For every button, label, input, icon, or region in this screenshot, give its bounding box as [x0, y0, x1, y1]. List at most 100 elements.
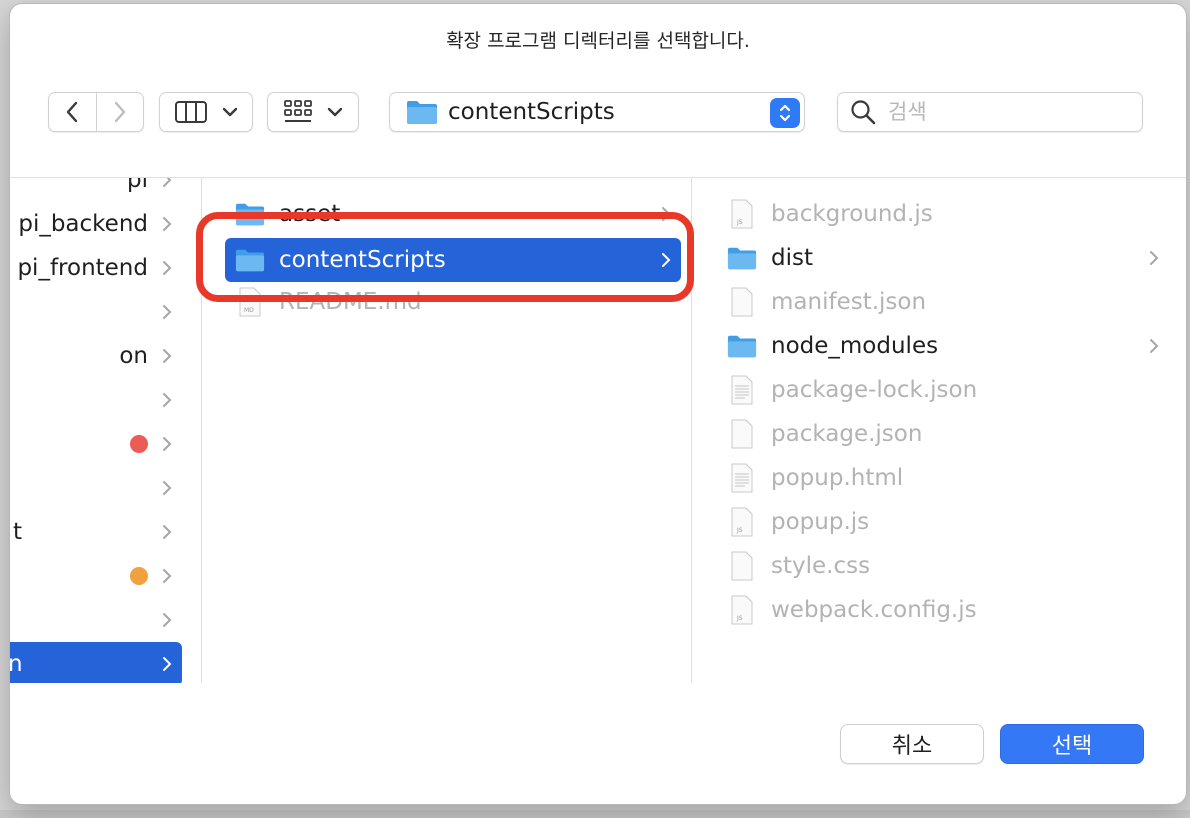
folder-item-contentscripts[interactable]: contentScripts	[225, 238, 681, 282]
list-item[interactable]	[10, 468, 182, 508]
file-item[interactable]: package-lock.json	[717, 370, 1169, 410]
markdown-file-icon: MD	[235, 287, 265, 317]
folder-item-asset[interactable]: asset	[225, 194, 681, 234]
list-item-selected[interactable]: n	[10, 642, 182, 683]
path-popup-button[interactable]: contentScripts	[389, 92, 805, 132]
list-item[interactable]	[10, 424, 182, 464]
search-input[interactable]	[888, 100, 1118, 124]
folder-icon	[235, 199, 265, 229]
list-item-label: on	[119, 343, 148, 369]
blank-file-icon	[727, 419, 757, 449]
back-button[interactable]	[49, 93, 96, 131]
js-file-icon: JS	[727, 507, 757, 537]
list-item[interactable]	[10, 556, 182, 596]
file-item-readme[interactable]: MD README.md	[225, 282, 681, 322]
item-name: package-lock.json	[771, 377, 978, 403]
text-file-icon	[727, 463, 757, 493]
chevron-right-icon	[162, 468, 172, 508]
item-name: asset	[279, 201, 341, 227]
orange-tag-dot	[130, 567, 148, 585]
list-item-label: pi_backend	[18, 211, 148, 237]
js-file-icon: JS	[727, 199, 757, 229]
list-item[interactable]: t	[10, 512, 182, 552]
chevron-right-icon	[162, 336, 172, 376]
chevron-right-icon	[162, 556, 172, 596]
list-item-label: pi	[127, 178, 148, 193]
list-item-label: n	[10, 651, 23, 677]
text-file-icon	[727, 375, 757, 405]
chevron-right-icon	[661, 238, 671, 282]
column-browser: pi pi_backend pi_frontend on t asset con…	[10, 178, 1186, 683]
folder-item[interactable]: dist	[717, 238, 1169, 278]
chevron-right-icon	[162, 424, 172, 464]
folder-item[interactable]: node_modules	[717, 326, 1169, 366]
toolbar: contentScripts	[10, 92, 1186, 136]
list-item[interactable]: pi_frontend	[10, 248, 182, 288]
chevron-right-icon	[162, 204, 172, 244]
chevron-down-icon	[327, 107, 343, 117]
item-name: manifest.json	[771, 289, 927, 315]
chevron-right-icon	[1149, 238, 1159, 278]
item-name: webpack.config.js	[771, 597, 977, 623]
search-field[interactable]	[837, 92, 1143, 132]
cancel-button[interactable]: 취소	[840, 724, 984, 764]
extension-folder-column: asset contentScripts MD README.md	[203, 178, 692, 683]
columns-icon	[175, 101, 207, 123]
red-tag-dot	[130, 435, 148, 453]
js-file-icon: JS	[727, 595, 757, 625]
chevron-right-icon	[162, 248, 172, 288]
forward-button[interactable]	[95, 93, 143, 131]
chevron-right-icon	[162, 178, 172, 200]
chevron-right-icon	[114, 101, 126, 123]
nav-buttons	[48, 92, 144, 132]
current-folder-label: contentScripts	[448, 99, 615, 125]
select-button[interactable]: 선택	[1000, 724, 1144, 764]
item-name: README.md	[279, 289, 422, 315]
svg-text:JS: JS	[736, 527, 743, 534]
dialog-title: 확장 프로그램 디렉터리를 선택합니다.	[446, 30, 750, 52]
chevron-down-icon	[222, 107, 238, 117]
list-item[interactable]: on	[10, 336, 182, 376]
list-item[interactable]	[10, 600, 182, 640]
chevron-right-icon	[162, 512, 172, 552]
file-item[interactable]: JS popup.js	[717, 502, 1169, 542]
list-item[interactable]: pi_backend	[10, 204, 182, 244]
chevron-right-icon	[162, 642, 172, 683]
view-mode-button[interactable]	[159, 92, 253, 132]
item-name: contentScripts	[279, 247, 446, 273]
item-name: background.js	[771, 201, 933, 227]
chevron-right-icon	[162, 292, 172, 332]
blank-file-icon	[727, 287, 757, 317]
parent-column: pi pi_backend pi_frontend on t	[10, 178, 202, 683]
list-item-label: pi_frontend	[17, 255, 148, 281]
list-item-label: t	[12, 519, 22, 545]
list-item[interactable]	[10, 380, 182, 420]
item-name: popup.js	[771, 509, 870, 535]
svg-text:JS: JS	[736, 615, 743, 622]
file-item[interactable]: style.css	[717, 546, 1169, 586]
file-item[interactable]: JS background.js	[717, 194, 1169, 234]
list-item[interactable]: pi	[10, 178, 182, 200]
file-item[interactable]: manifest.json	[717, 282, 1169, 322]
contents-column: JS background.js dist manifest.json node…	[693, 178, 1186, 683]
svg-text:JS: JS	[736, 219, 743, 226]
file-item[interactable]: JS webpack.config.js	[717, 590, 1169, 630]
folder-icon	[727, 331, 757, 361]
group-by-button[interactable]	[267, 92, 359, 132]
file-item[interactable]: popup.html	[717, 458, 1169, 498]
folder-icon	[727, 243, 757, 273]
svg-text:MD: MD	[244, 307, 254, 314]
open-panel-dialog: 확장 프로그램 디렉터리를 선택합니다. contentScripts 검색 p…	[10, 4, 1186, 804]
item-name: package.json	[771, 421, 923, 447]
chevron-left-icon	[67, 101, 78, 123]
item-name: dist	[771, 245, 813, 271]
file-item[interactable]: package.json	[717, 414, 1169, 454]
chevron-right-icon	[162, 600, 172, 640]
grid-icon	[284, 100, 312, 122]
chevron-right-icon	[1149, 326, 1159, 366]
item-name: node_modules	[771, 333, 939, 359]
blank-file-icon	[727, 551, 757, 581]
item-name: popup.html	[771, 465, 904, 491]
list-item[interactable]	[10, 292, 182, 332]
chevron-right-icon	[162, 380, 172, 420]
